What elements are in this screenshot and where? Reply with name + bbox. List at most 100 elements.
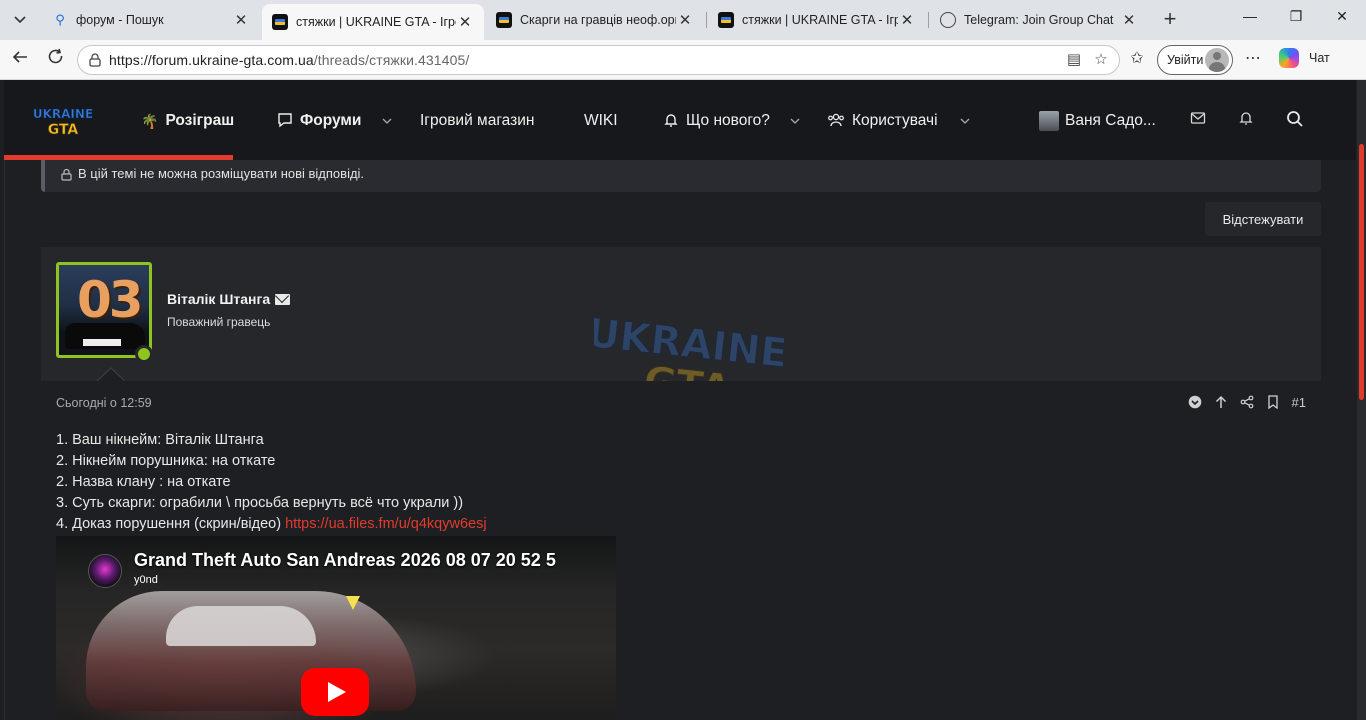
logo-line1: UKRAINE [33,107,93,121]
close-icon[interactable]: ✕ [676,11,694,29]
evidence-link[interactable]: https://ua.files.fm/u/q4kqyw6esj [285,516,487,532]
restore-button[interactable]: ❐ [1276,8,1316,32]
back-arrow-icon [12,51,27,63]
copilot-chat-button[interactable]: Чат [1279,48,1330,68]
ukraine-gta-logo[interactable]: UKRAINE GTA [33,104,93,138]
check-circle-icon[interactable] [1188,394,1202,410]
tab-title: стяжки | UKRAINE GTA - Ігрові [742,13,898,27]
url-bar[interactable]: https://forum.ukraine-gta.com.ua/threads… [77,45,1120,75]
chevron-down-icon[interactable] [960,116,970,126]
browser-tab[interactable]: ⚲ форум - Пошук ✕ [42,4,260,36]
nav-whats-new-label: Що нового? [686,112,770,129]
site-info-icon[interactable] [87,52,103,68]
post-line: 3. Суть скарги: ограбили \ просьба верну… [56,495,464,511]
post-line: 2. Нікнейм порушника: на откате [56,453,276,469]
post-date[interactable]: Сьогодні о 12:59 [56,396,152,410]
browser-tab[interactable]: стяжки | UKRAINE GTA - Ігрові ✕ [708,4,926,36]
nav-shop-label: Ігровий магазин [420,112,535,129]
refresh-button[interactable] [44,48,68,72]
site-favicon-icon [272,14,288,30]
new-tab-button[interactable]: + [1158,8,1182,32]
arrow-up-icon[interactable] [1214,394,1228,410]
nav-account[interactable]: Ваня Садо... [1039,110,1156,132]
watch-thread-button[interactable]: Відстежувати [1205,202,1321,236]
bookmark-icon[interactable] [1266,394,1280,410]
youtube-embed[interactable]: Grand Theft Auto San Andreas 2026 08 07 … [56,536,616,720]
close-window-button[interactable]: ✕ [1322,8,1362,32]
post-number[interactable]: #1 [1292,394,1306,410]
copilot-icon [1279,48,1299,68]
avatar-number: 03 [77,271,144,329]
play-button[interactable] [301,668,369,716]
site-header: UKRAINE GTA 🌴 Розіграш Форуми Ігровий ма… [4,80,1356,160]
tab-list-button[interactable] [6,6,34,34]
author-avatar[interactable]: 03 [56,262,152,358]
url-host: https://forum.ukraine-gta.com.ua [109,52,314,68]
mail-icon[interactable] [1188,110,1208,130]
post-line-evidence: 4. Доказ порушення (скрин/відео) https:/… [56,516,487,532]
thread-closed-notice: В цій темі не можна розміщувати нові від… [41,160,1321,192]
tab-title: Скарги на гравців неоф.орган [520,13,676,27]
author-name[interactable]: Віталік Штанга [167,291,291,307]
reader-mode-icon[interactable]: ▤ [1065,51,1083,69]
browser-tab[interactable]: Скарги на гравців неоф.орган ✕ [486,4,704,36]
sign-in-label: Увійти [1167,53,1204,67]
close-icon[interactable]: ✕ [232,11,250,29]
chat-label: Чат [1309,51,1330,65]
favorite-star-icon[interactable]: ☆ [1092,51,1110,69]
chevron-down-icon[interactable] [790,116,800,126]
search-icon: ⚲ [55,12,65,27]
caret-up-icon [97,367,125,381]
close-icon[interactable]: ✕ [898,11,916,29]
nav-whats-new[interactable]: Що нового? [663,110,770,132]
lock-icon [61,168,72,181]
search-icon[interactable] [1285,110,1305,130]
tab-title: стяжки | UKRAINE GTA - Ігрові [296,15,456,29]
users-icon [827,112,845,131]
back-button[interactable] [8,48,32,72]
favorites-icon[interactable]: ✩ [1126,48,1148,70]
game-marker-icon [346,596,360,610]
nav-wiki-label: WIKI [584,112,618,129]
more-options-icon[interactable]: ⋯ [1242,48,1264,70]
post: 03 Віталік Штанга Поважний гравець UKRAI… [41,247,1321,720]
chevron-down-icon [14,16,26,24]
chevron-down-icon[interactable] [382,116,392,126]
author-name-text: Віталік Штанга [167,291,271,307]
nav-giveaway-label: Розіграш [165,112,235,129]
tab-separator [706,12,707,28]
nav-forums[interactable]: Форуми [277,110,361,132]
scrollbar-thumb[interactable] [1359,144,1364,400]
channel-avatar[interactable] [88,554,122,588]
close-icon[interactable]: ✕ [1120,11,1138,29]
logo-line2: GTA [48,122,79,138]
palm-tree-icon: 🌴 [141,112,159,129]
bell-icon[interactable] [1236,110,1256,130]
nav-account-label: Ваня Садо... [1065,112,1156,129]
video-title[interactable]: Grand Theft Auto San Andreas 2026 08 07 … [134,550,556,571]
nav-giveaway[interactable]: 🌴 Розіграш [141,110,234,132]
tab-title: форум - Пошук [76,13,164,27]
browser-tab-active[interactable]: стяжки | UKRAINE GTA - Ігрові ✕ [262,4,484,40]
address-toolbar: https://forum.ukraine-gta.com.ua/threads… [0,40,1366,80]
post-line: 1. Ваш нікнейм: Віталік Штанга [56,432,264,448]
tab-separator [928,12,929,28]
nav-users[interactable]: Користувачі [827,110,938,132]
video-channel[interactable]: y0nd [134,574,158,586]
closed-notice-text: В цій темі не можна розміщувати нові від… [78,166,365,181]
user-avatar [1039,111,1059,131]
site-favicon-icon [718,12,734,28]
post-header: 03 Віталік Штанга Поважний гравець UKRAI… [41,247,1321,407]
close-icon[interactable]: ✕ [456,13,474,31]
watch-label: Відстежувати [1222,211,1304,227]
minimize-button[interactable]: — [1230,8,1270,32]
post-body: Сьогодні о 12:59 #1 1. Ваш нікнейм: Віта… [41,381,1321,720]
sign-in-button[interactable]: Увійти [1157,45,1233,75]
page-scrollbar[interactable] [1357,80,1366,720]
post-actions: #1 [1188,394,1306,410]
nav-shop[interactable]: Ігровий магазин [420,110,534,132]
browser-tab[interactable]: Telegram: Join Group Chat ✕ [930,4,1148,36]
nav-wiki[interactable]: WIKI [584,110,618,132]
share-icon[interactable] [1240,394,1254,410]
online-status-icon [135,345,153,363]
